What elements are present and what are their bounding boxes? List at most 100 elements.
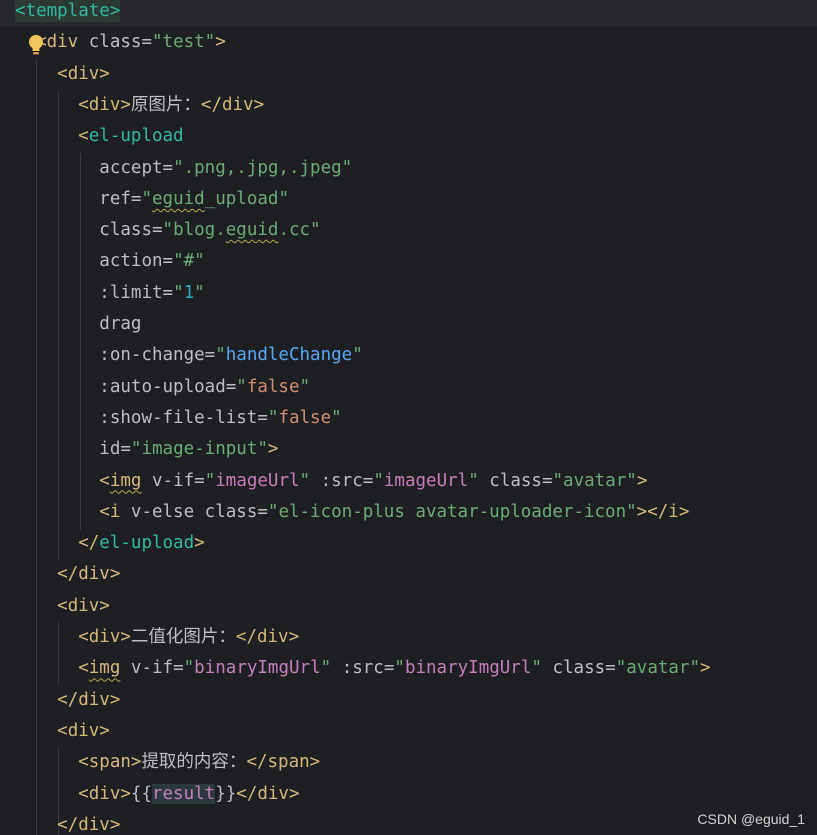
code-token: <div>: [57, 720, 110, 741]
code-line-content: <div>: [0, 596, 110, 616]
code-line[interactable]: <img v-if="imageUrl" :src="imageUrl" cla…: [0, 466, 817, 497]
code-token: eguid: [152, 188, 205, 209]
code-token: =: [173, 658, 184, 679]
code-token: :limit: [99, 282, 163, 303]
code-token: .cc": [278, 220, 321, 241]
code-token: <span>: [78, 752, 142, 773]
code-line[interactable]: <el-upload: [0, 121, 817, 152]
code-token: =: [225, 376, 237, 397]
code-token: "el-icon-plus avatar-uploader-icon": [267, 501, 637, 522]
code-line[interactable]: ref="eguid_upload": [0, 184, 817, 215]
code-token: {{: [130, 783, 152, 804]
code-line-content: <span>提取的内容：</span>: [0, 752, 320, 772]
code-token: 1: [183, 282, 195, 303]
code-token: ".png,.jpg,.jpeg": [173, 157, 353, 178]
code-token: =: [605, 658, 616, 679]
code-token: ": [173, 282, 184, 303]
code-line[interactable]: accept=".png,.jpg,.jpeg": [0, 153, 817, 184]
code-line[interactable]: <template>: [0, 0, 817, 27]
code-token: id: [99, 439, 121, 460]
code-token: class: [489, 470, 542, 491]
code-token: =: [162, 251, 174, 272]
code-token: <: [99, 470, 110, 491]
code-token: v-else: [130, 501, 195, 522]
code-line[interactable]: </el-upload>: [0, 528, 817, 559]
code-token: accept: [99, 157, 163, 178]
code-line[interactable]: :on-change="handleChange": [0, 340, 817, 371]
code-line-content: :show-file-list="false": [0, 407, 342, 428]
code-line[interactable]: <i v-else class="el-icon-plus avatar-upl…: [0, 497, 817, 528]
code-token: imageUrl: [215, 470, 300, 491]
code-token: <div>: [57, 63, 110, 84]
code-line[interactable]: :show-file-list="false": [0, 403, 817, 434]
code-line[interactable]: </div>: [0, 685, 817, 716]
code-token: v-if: [130, 658, 174, 679]
code-line[interactable]: <div>: [0, 59, 817, 90]
code-line[interactable]: <span>提取的内容：</span>: [0, 747, 817, 778]
code-token: </: [78, 533, 100, 554]
code-line[interactable]: <div>: [0, 591, 817, 622]
code-token: >: [700, 658, 711, 679]
code-line-content: action="#": [0, 251, 204, 272]
code-line[interactable]: </div>: [0, 810, 817, 835]
code-line[interactable]: <img v-if="binaryImgUrl" :src="binaryImg…: [0, 653, 817, 684]
code-line-content: <img v-if="imageUrl" :src="imageUrl" cla…: [0, 471, 647, 491]
code-editor[interactable]: <template> <div class="test"> <div> <div…: [0, 0, 817, 835]
code-token: </span>: [246, 752, 321, 773]
code-token: imageUrl: [383, 470, 469, 491]
code-line[interactable]: </div>: [0, 559, 817, 590]
code-token: ": [204, 470, 216, 491]
code-line[interactable]: <div>{{result}}</div>: [0, 779, 817, 810]
lightbulb-icon[interactable]: [26, 33, 46, 57]
code-token: =: [257, 407, 268, 428]
code-line[interactable]: action="#": [0, 246, 817, 277]
code-token: <div>: [57, 595, 110, 616]
code-line[interactable]: :limit="1": [0, 278, 817, 309]
code-line[interactable]: <div class="test">: [0, 27, 817, 58]
code-token: "avatar": [615, 658, 701, 679]
code-token: el-upload: [88, 126, 184, 147]
code-token: ": [352, 345, 363, 366]
code-token: v-if: [152, 470, 195, 491]
code-token: <: [78, 126, 89, 147]
code-token: :auto-upload: [99, 376, 226, 397]
code-line[interactable]: <div>二值化图片：</div>: [0, 622, 817, 653]
code-line-content: <div>原图片：</div>: [0, 95, 264, 115]
code-token: binaryImgUrl: [404, 658, 532, 679]
code-token: class: [204, 501, 258, 522]
code-token: =: [120, 439, 131, 460]
code-line[interactable]: class="blog.eguid.cc": [0, 215, 817, 246]
code-line[interactable]: :auto-upload="false": [0, 372, 817, 403]
code-token: false: [246, 376, 300, 397]
code-token: =: [194, 470, 205, 491]
code-token: ": [331, 407, 342, 428]
code-line[interactable]: id="image-input">: [0, 434, 817, 465]
code-line-content: <div>: [0, 64, 110, 84]
code-token: <div>: [78, 94, 131, 115]
code-token: ": [531, 658, 542, 679]
code-token: ": [236, 376, 247, 397]
code-line-content: <div>二值化图片：</div>: [0, 627, 299, 647]
code-line-content: <img v-if="binaryImgUrl" :src="binaryImg…: [0, 658, 711, 679]
code-line[interactable]: drag: [0, 309, 817, 340]
code-token: ": [299, 376, 311, 397]
code-token: el-upload: [99, 533, 195, 554]
code-line[interactable]: <div>: [0, 716, 817, 747]
code-token: >: [215, 32, 226, 53]
code-line[interactable]: <div>原图片：</div>: [0, 90, 817, 121]
